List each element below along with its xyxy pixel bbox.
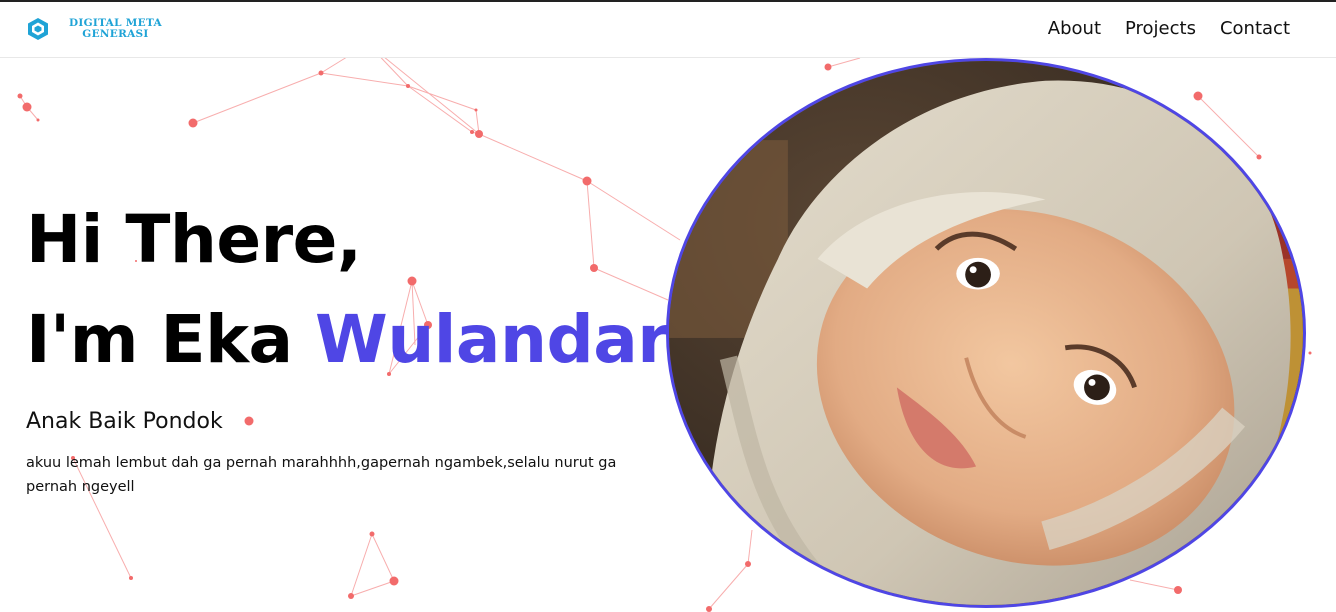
hero-heading-line-1: Hi There, (26, 201, 362, 278)
brand-name: DIGITAL META GENERASI (69, 18, 162, 40)
hero-section: Hi There, I'm Eka Wulandari Anak Baik Po… (26, 190, 692, 499)
hero-heading: Hi There, I'm Eka Wulandari (26, 190, 692, 390)
nav-link-projects[interactable]: Projects (1125, 18, 1196, 39)
profile-photo (666, 58, 1306, 608)
nav-links: About Projects Contact (1048, 18, 1290, 39)
hero-heading-name: Wulandari (315, 301, 692, 378)
navbar: DIGITAL META GENERASI About Projects Con… (0, 2, 1336, 58)
hexagon-logo-icon (28, 18, 48, 40)
nav-link-about[interactable]: About (1048, 18, 1101, 39)
profile-photo-image (669, 61, 1303, 605)
brand-line-2: GENERASI (82, 28, 149, 40)
hero-subtitle: Anak Baik Pondok (26, 409, 223, 434)
hero-description: akuu lemah lembut dah ga pernah marahhhh… (26, 455, 617, 495)
hero-heading-prefix: I'm Eka (26, 301, 316, 378)
nav-link-contact[interactable]: Contact (1220, 18, 1290, 39)
brand-logo[interactable]: DIGITAL META GENERASI (27, 15, 162, 43)
